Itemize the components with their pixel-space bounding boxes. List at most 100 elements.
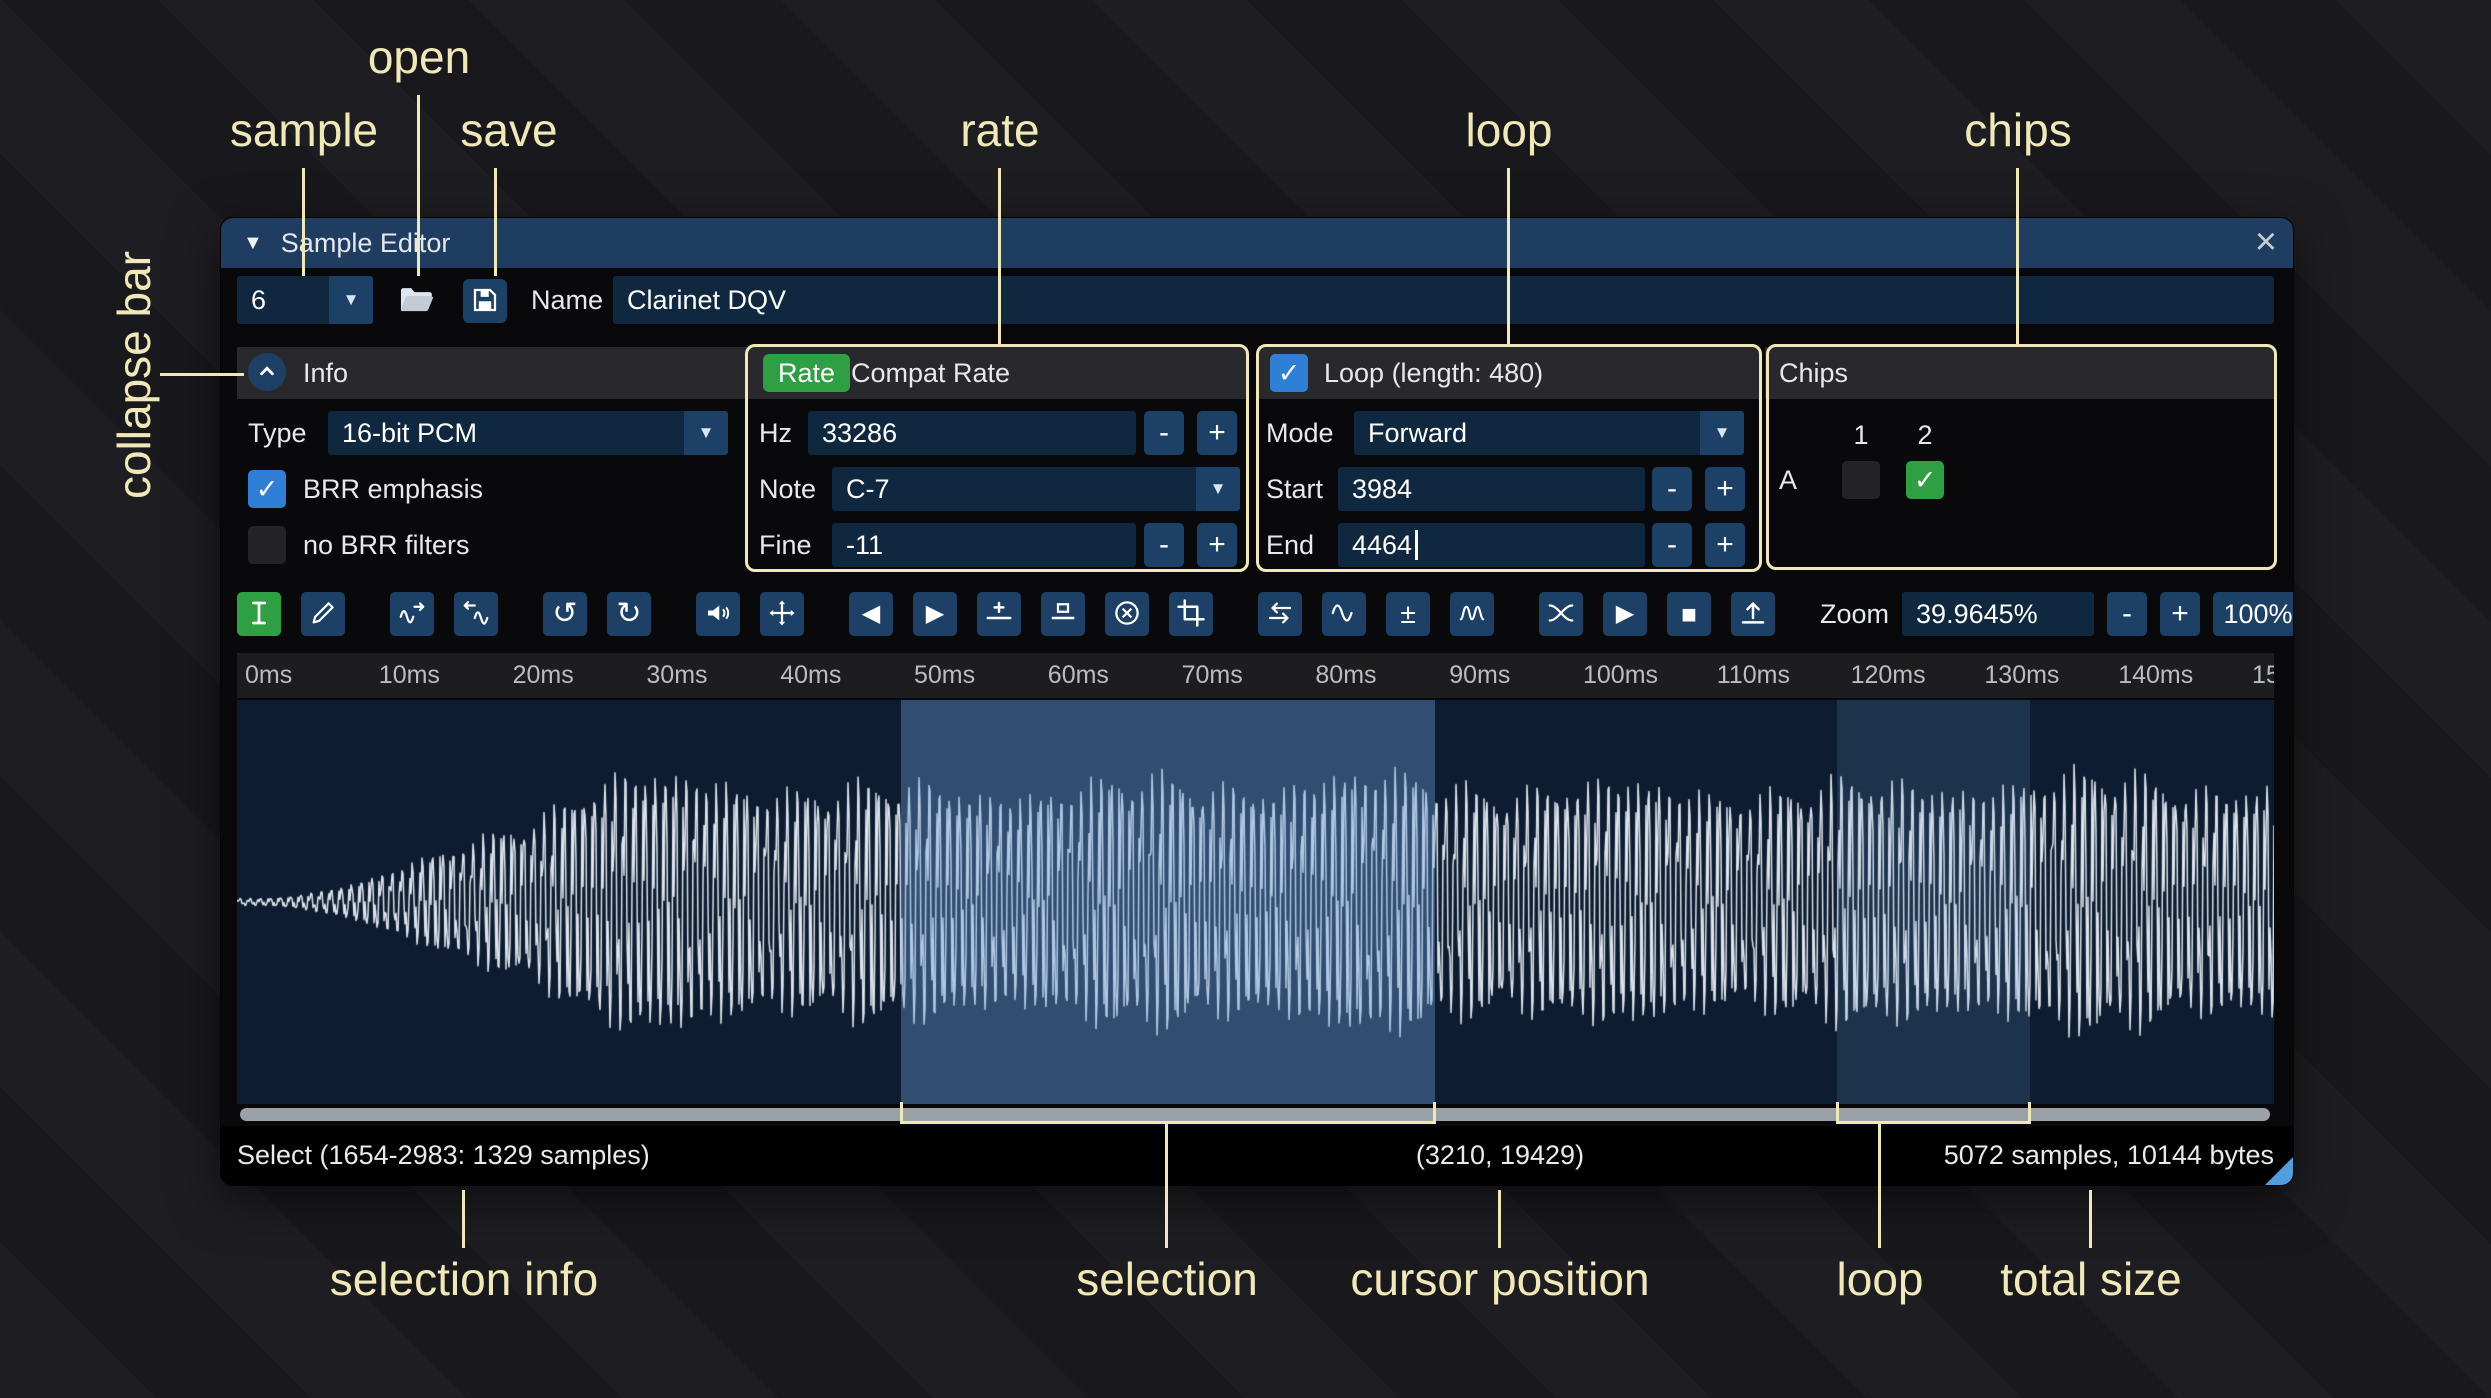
toolbar-fade-out-button[interactable]: ▶ <box>913 592 957 636</box>
timeline-tick-label: 110ms <box>1716 661 1790 689</box>
amplify-icon <box>703 598 733 631</box>
chip-row-a-label: A <box>1779 464 1798 495</box>
hz-input[interactable]: 33286 <box>808 411 1136 455</box>
window-collapse-icon[interactable]: ▼ <box>243 232 263 255</box>
chip-column-1-label: 1 <box>1853 419 1869 450</box>
toolbar-resize-button[interactable] <box>390 592 434 636</box>
selection-info-text: Select (1654-2983: 1329 samples) <box>237 1140 650 1170</box>
pencil-icon <box>308 598 338 631</box>
trim-icon <box>1176 598 1206 631</box>
timeline-tick-label: 10ms <box>378 661 440 689</box>
toolbar-preview-button[interactable]: ▶ <box>1603 592 1647 636</box>
loop-end-plus-button[interactable]: + <box>1705 523 1745 567</box>
crossfade-icon <box>1546 598 1576 631</box>
type-select[interactable]: 16-bit PCM ▼ <box>328 411 728 455</box>
chip-2-checkbox[interactable]: ✓ <box>1906 461 1944 499</box>
toolbar-apply-silence-button[interactable] <box>1041 592 1085 636</box>
chip-1-checkbox[interactable] <box>1842 461 1880 499</box>
save-sample-button[interactable] <box>463 279 507 323</box>
cursor-position-text: (3210, 19429) <box>1415 1140 1585 1170</box>
loop-mode-value: Forward <box>1368 417 1468 448</box>
no-brr-filters-checkbox[interactable] <box>248 526 286 564</box>
delete-icon <box>1112 598 1142 631</box>
toolbar-group: ◀ ▶ <box>849 592 1213 636</box>
toolbar-undo-button[interactable]: ↺ <box>543 592 587 636</box>
fine-plus-button[interactable]: + <box>1197 523 1237 567</box>
timeline-tick-label: 30ms <box>646 661 708 689</box>
toolbar-insert-silence-button[interactable] <box>977 592 1021 636</box>
timeline-ruler[interactable]: 0ms 10ms 20ms 30ms 40ms 50ms 60ms 70ms 80ms 90ms 1… <box>237 653 2274 698</box>
note-select[interactable]: C-7 ▼ <box>832 467 1240 511</box>
open-sample-button[interactable] <box>393 278 439 324</box>
zoom-reset-button[interactable]: 100% <box>2213 592 2293 636</box>
close-icon[interactable]: × <box>2255 218 2277 268</box>
hz-plus-button[interactable]: + <box>1197 411 1237 455</box>
toolbar-resample-button[interactable] <box>454 592 498 636</box>
chevron-down-icon[interactable]: ▼ <box>684 411 728 455</box>
toolbar-amplify-button[interactable] <box>696 592 740 636</box>
toolbar-redo-button[interactable]: ↻ <box>607 592 651 636</box>
zoom-in-button[interactable]: + <box>2160 592 2201 636</box>
timeline-tick-label: 80ms <box>1315 661 1377 689</box>
fine-input[interactable]: -11 <box>832 523 1136 567</box>
redo-icon: ↻ <box>616 597 642 630</box>
toolbar-trim-button[interactable] <box>1169 592 1213 636</box>
timeline-tick-label: 100ms <box>1583 661 1659 689</box>
loop-enable-checkbox[interactable]: ✓ <box>1270 354 1308 392</box>
sample-name-input[interactable]: Clarinet DQV <box>613 276 2274 324</box>
toolbar-draw-tool[interactable] <box>301 592 345 636</box>
chevron-down-icon[interactable]: ▼ <box>329 276 373 324</box>
toolbar-fade-in-button[interactable]: ◀ <box>849 592 893 636</box>
sample-number-value: 6 <box>251 284 267 315</box>
compat-rate-label: Compat Rate <box>851 357 1011 388</box>
toolbar-group <box>390 592 498 636</box>
loop-start-plus-button[interactable]: + <box>1705 467 1745 511</box>
sample-number-select[interactable]: 6 ▼ <box>237 276 373 324</box>
filter-icon <box>1457 598 1487 631</box>
resize-grip[interactable] <box>2265 1157 2293 1185</box>
ibeam-icon <box>244 598 274 631</box>
toolbar-delete-button[interactable] <box>1105 592 1149 636</box>
toolbar-select-tool[interactable] <box>237 592 281 636</box>
name-label: Name <box>531 284 604 315</box>
loop-start-label: Start <box>1266 473 1324 504</box>
waveform-scrollbar[interactable] <box>240 1108 2270 1121</box>
loop-end-label: End <box>1266 529 1315 560</box>
rate-badge[interactable]: Rate <box>763 354 851 392</box>
toolbar-wavetable-button[interactable] <box>1731 592 1775 636</box>
toolbar-normalize-button[interactable] <box>760 592 804 636</box>
hz-minus-button[interactable]: - <box>1144 411 1184 455</box>
loop-start-minus-button[interactable]: - <box>1652 467 1692 511</box>
loop-end-minus-button[interactable]: - <box>1652 523 1692 567</box>
toolbar-group <box>696 592 804 636</box>
zoom-input[interactable]: 39.9645% <box>1902 592 2095 636</box>
collapse-bar-button[interactable] <box>248 353 286 391</box>
loop-mode-select[interactable]: Forward ▼ <box>1354 411 1744 455</box>
timeline-tick-label: 140ms <box>2118 661 2194 689</box>
info-header-label: Info <box>303 357 349 388</box>
loop-end-input[interactable]: 4464 <box>1338 523 1645 567</box>
fine-minus-button[interactable]: - <box>1144 523 1184 567</box>
toolbar-crossfade-button[interactable] <box>1539 592 1583 636</box>
chevron-down-icon[interactable]: ▼ <box>1196 467 1240 511</box>
timeline-tick-label: 0ms <box>245 661 293 689</box>
no-brr-filters-label: no BRR filters <box>303 529 470 560</box>
zoom-out-button[interactable]: - <box>2107 592 2148 636</box>
toolbar-reverse-button[interactable] <box>1258 592 1302 636</box>
timeline-tick-label: 50ms <box>914 661 976 689</box>
sample-editor-window: ▼ Sample Editor × 6 ▼ Name Clarinet DQV <box>221 218 2293 1185</box>
status-bar: Select (1654-2983: 1329 samples) (3210, … <box>221 1126 2293 1185</box>
toolbar-stop-preview-button[interactable]: ■ <box>1667 592 1711 636</box>
total-size-text: 5072 samples, 10144 bytes <box>1943 1140 2274 1170</box>
toolbar-filter-button[interactable] <box>1450 592 1494 636</box>
type-value: 16-bit PCM <box>342 417 478 448</box>
window-title: Sample Editor <box>280 227 451 258</box>
toolbar-invert-button[interactable] <box>1322 592 1366 636</box>
play-icon: ▶ <box>1615 600 1635 627</box>
toolbar-sign-convert-button[interactable]: ± <box>1386 592 1430 636</box>
brr-emphasis-checkbox[interactable]: ✓ <box>248 470 286 508</box>
timeline-tick-label: 90ms <box>1449 661 1511 689</box>
title-bar[interactable]: ▼ Sample Editor × <box>221 218 2293 268</box>
chevron-down-icon[interactable]: ▼ <box>1700 411 1744 455</box>
loop-start-input[interactable]: 3984 <box>1338 467 1645 511</box>
